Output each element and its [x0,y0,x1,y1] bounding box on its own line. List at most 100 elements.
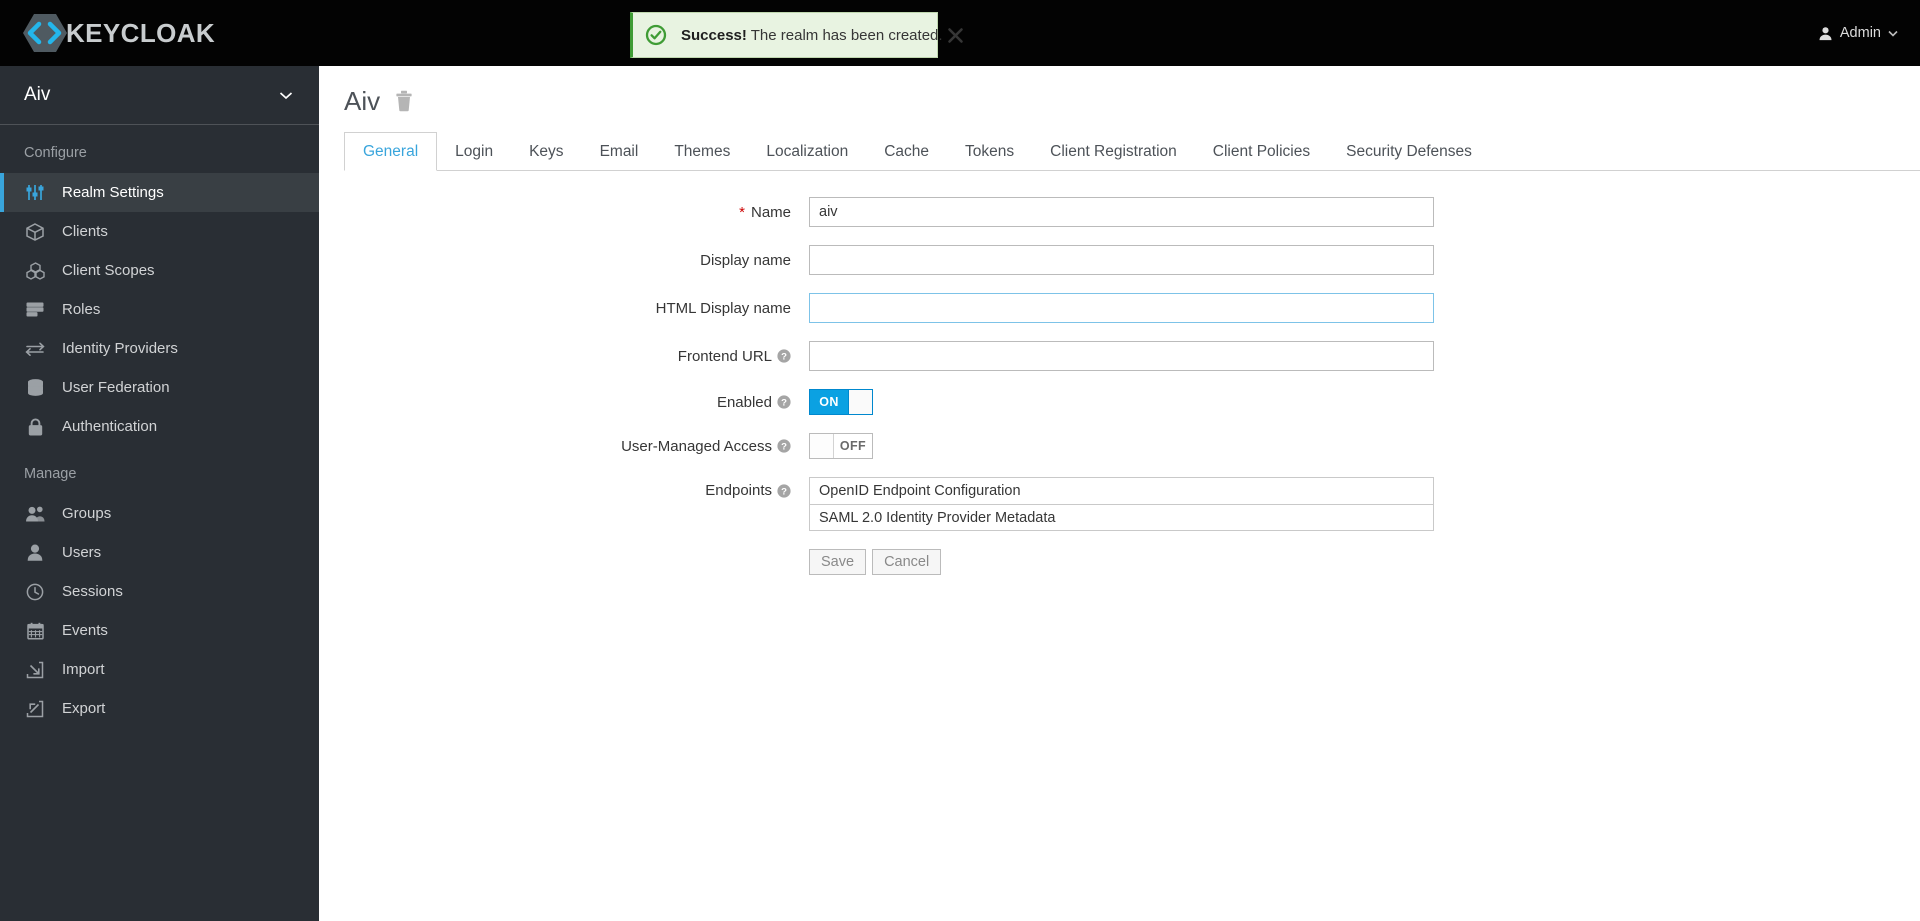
sidebar-item-label: Realm Settings [62,184,164,201]
name-label: * Name [319,204,809,221]
realm-selector[interactable]: Aiv [0,66,319,125]
cube-icon [24,222,46,241]
tab-email[interactable]: Email [582,132,657,171]
sidebar-item-users[interactable]: Users [0,533,319,572]
sidebar-item-groups[interactable]: Groups [0,494,319,533]
alert-message: Success! The realm has been created. [681,27,943,44]
user-managed-access-toggle-knob [810,434,834,458]
enabled-label-text: Enabled [716,393,772,411]
frontend-url-label-text: Frontend URL [677,347,772,365]
alert-strong-label: Success! [681,26,747,44]
sidebar-item-label: Authentication [62,418,158,435]
import-arrow-icon [24,660,46,679]
name-input[interactable] [809,197,1434,227]
sidebar-item-authentication[interactable]: Authentication [0,407,319,446]
field-row-enabled: Enabled ? ON [319,389,1920,415]
tab-keys[interactable]: Keys [511,132,581,171]
sidebar-item-user-federation[interactable]: User Federation [0,368,319,407]
enabled-toggle-state: ON [810,390,848,414]
field-row-frontend-url: Frontend URL ? [319,341,1920,371]
required-marker: * [739,203,745,221]
sidebar-item-label: Client Scopes [62,262,155,279]
question-circle-icon[interactable]: ? [777,349,791,363]
database-icon [24,378,46,397]
field-row-html-display-name: HTML Display name [319,293,1920,323]
field-row-endpoints: Endpoints ? OpenID Endpoint Configuratio… [319,477,1920,531]
trash-icon[interactable] [394,90,414,112]
exchange-arrows-icon [24,339,46,358]
user-managed-access-label-text: User-Managed Access [621,437,772,455]
user-icon [1819,26,1832,40]
tab-client-policies[interactable]: Client Policies [1195,132,1328,171]
tab-cache[interactable]: Cache [866,132,947,171]
endpoints-label: Endpoints ? [319,477,809,504]
frontend-url-label: Frontend URL ? [319,348,809,365]
sidebar-item-export[interactable]: Export [0,689,319,728]
sidebar-item-clients[interactable]: Clients [0,212,319,251]
brand-logo[interactable]: KEYCLOAK [22,0,215,66]
tab-tokens[interactable]: Tokens [947,132,1032,171]
users-group-icon [24,504,46,523]
tab-localization[interactable]: Localization [748,132,866,171]
chevron-down-icon [279,91,293,99]
svg-text:?: ? [781,397,787,408]
question-circle-icon[interactable]: ? [777,439,791,453]
user-managed-access-toggle-state: OFF [834,434,872,458]
brand-name: KEYCLOAK [66,17,216,48]
user-icon [24,543,46,562]
tab-general[interactable]: General [344,132,438,171]
cancel-button[interactable]: Cancel [872,549,942,575]
alert-close-button[interactable] [947,25,964,45]
page-header: Aiv [319,66,1920,114]
sidebar-item-label: Groups [62,505,112,522]
field-row-display-name: Display name [319,245,1920,275]
sidebar-item-identity-providers[interactable]: Identity Providers [0,329,319,368]
nav-group-title-configure: Configure [24,145,87,161]
sidebar-item-label: Users [62,544,102,561]
user-managed-access-label: User-Managed Access ? [319,438,809,455]
field-row-name: * Name [319,197,1920,227]
sidebar-item-label: Sessions [62,583,123,600]
enabled-toggle[interactable]: ON [809,389,873,415]
html-display-name-label: HTML Display name [655,299,791,317]
sidebar-item-label: Import [62,661,105,678]
success-alert: Success! The realm has been created. [630,12,963,58]
save-button[interactable]: Save [809,549,867,575]
main-content: Aiv General Login Keys Email Themes Loca… [319,66,1920,921]
user-menu[interactable]: Admin [1818,0,1898,66]
enabled-label: Enabled ? [319,394,809,411]
sidebar-item-label: Roles [62,301,101,318]
display-name-label: Display name [700,251,791,269]
sidebar-item-realm-settings[interactable]: Realm Settings [0,173,319,212]
sidebar-item-label: Clients [62,223,108,240]
question-circle-icon[interactable]: ? [777,483,791,498]
page-title: Aiv [344,86,381,116]
tab-login[interactable]: Login [437,132,511,171]
export-arrow-icon [24,699,46,718]
sidebar-item-events[interactable]: Events [0,611,319,650]
keycloak-hexagon-logo-icon [23,14,67,52]
tab-security-defenses[interactable]: Security Defenses [1328,132,1490,171]
sidebar-item-sessions[interactable]: Sessions [0,572,319,611]
cubes-icon [24,261,46,280]
frontend-url-input[interactable] [809,341,1434,371]
chevron-down-icon [1888,30,1898,37]
lock-icon [24,417,46,436]
user-managed-access-toggle[interactable]: OFF [809,433,873,459]
sliders-icon [24,183,46,202]
sidebar-item-client-scopes[interactable]: Client Scopes [0,251,319,290]
display-name-input[interactable] [809,245,1434,275]
tab-themes[interactable]: Themes [656,132,748,171]
endpoint-link-openid[interactable]: OpenID Endpoint Configuration [809,477,1434,504]
endpoint-link-saml[interactable]: SAML 2.0 Identity Provider Metadata [809,504,1434,531]
sidebar-item-import[interactable]: Import [0,650,319,689]
form-actions-row: Save Cancel [319,549,1920,575]
user-name-label: Admin [1839,25,1881,41]
sidebar-item-roles[interactable]: Roles [0,290,319,329]
check-circle-icon [645,24,667,46]
sidebar-item-label: Identity Providers [62,340,178,357]
tab-client-registration[interactable]: Client Registration [1032,132,1195,171]
clock-icon [24,582,46,601]
html-display-name-input[interactable] [809,293,1434,323]
question-circle-icon[interactable]: ? [777,395,791,409]
